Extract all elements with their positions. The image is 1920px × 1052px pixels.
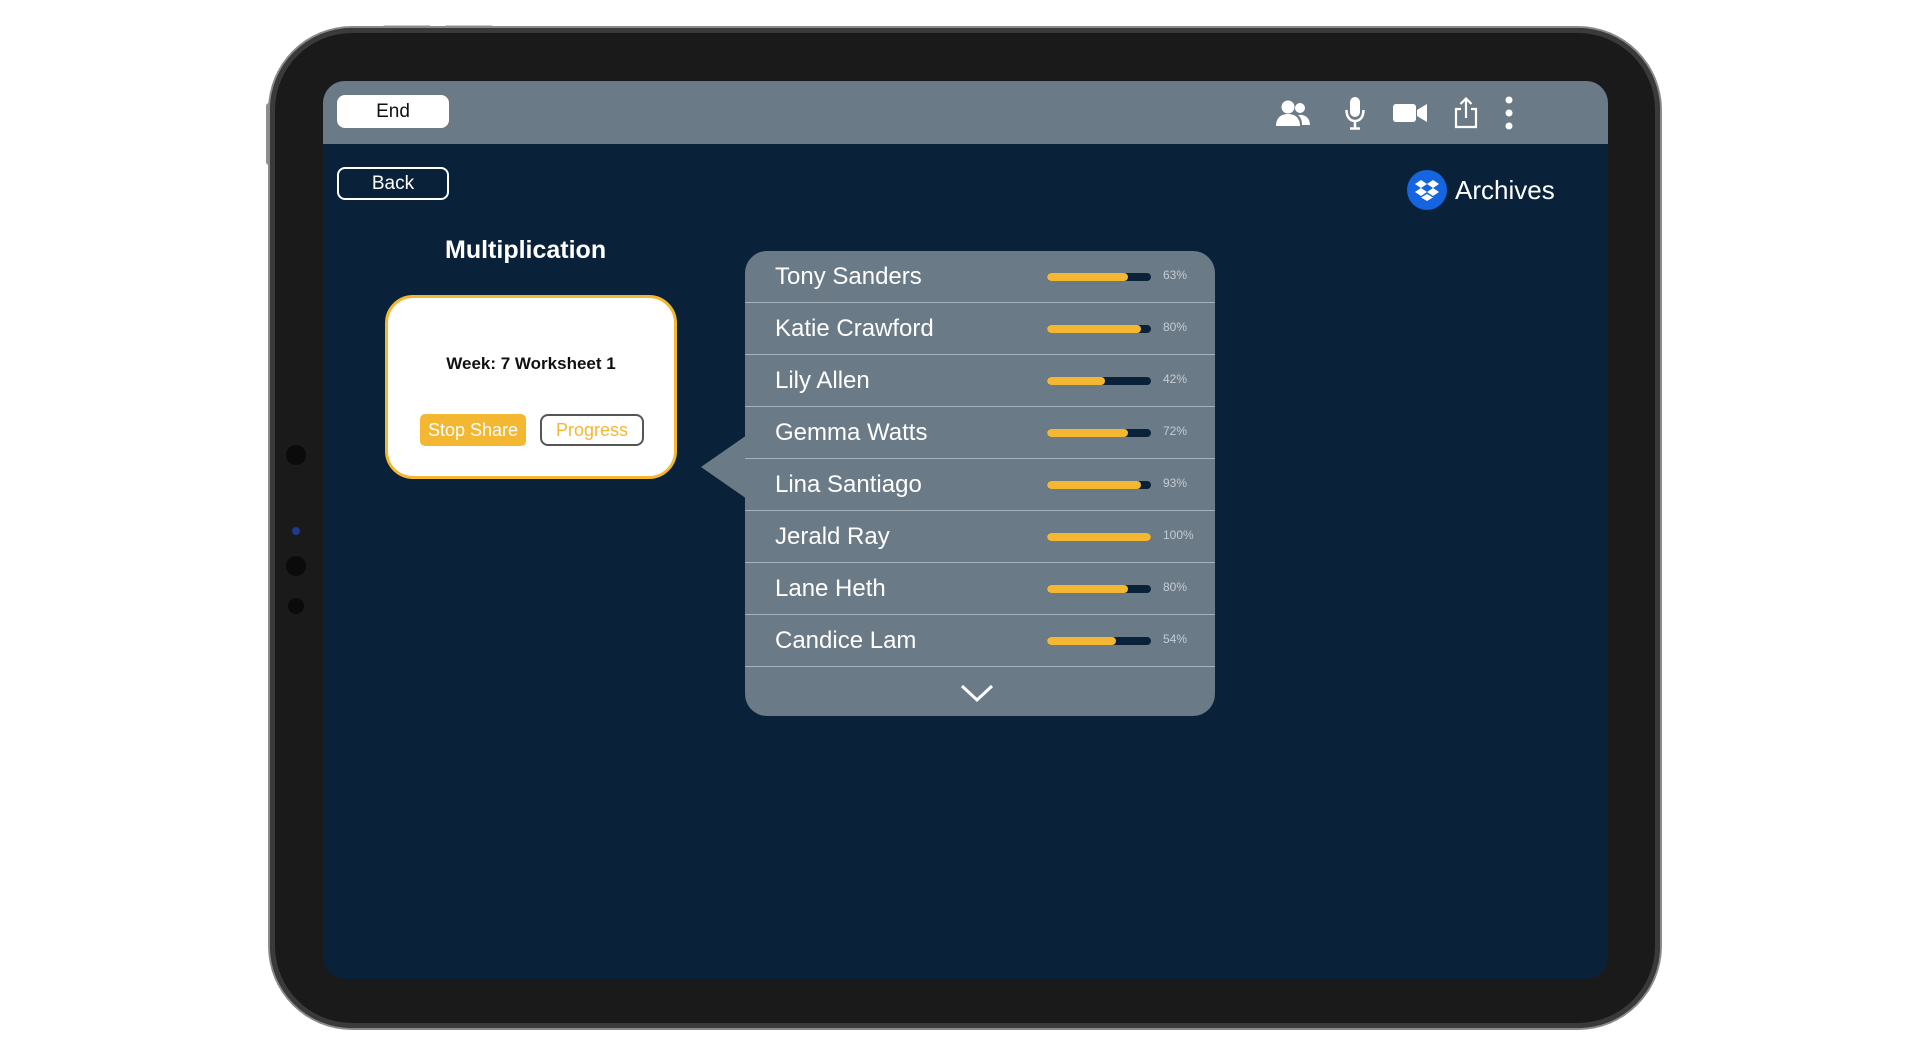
student-row[interactable]: Lane Heth 80% (745, 563, 1215, 615)
progress-percent: 42% (1163, 372, 1188, 386)
top-toolbar: End (323, 81, 1608, 144)
progress-bar (1047, 273, 1151, 281)
archives-link[interactable]: Archives (1407, 170, 1555, 210)
student-row[interactable]: Lina Santiago 93% (745, 459, 1215, 511)
progress-percent: 80% (1163, 320, 1188, 334)
camera-dot (286, 445, 306, 465)
progress-button[interactable]: Progress (540, 414, 644, 446)
chevron-down-icon[interactable] (960, 683, 994, 708)
student-row[interactable]: Tony Sanders 63% (745, 251, 1215, 303)
student-list: Tony Sanders 63% Katie Crawford 80% Lily All… (745, 251, 1215, 667)
end-button[interactable]: End (337, 95, 449, 128)
progress-percent: 63% (1163, 268, 1188, 282)
progress-bar (1047, 637, 1151, 645)
progress-percent: 72% (1163, 424, 1188, 438)
video-camera-icon[interactable] (1390, 95, 1430, 131)
progress-bar (1047, 533, 1151, 541)
progress-bar (1047, 481, 1151, 489)
progress-bar-fill (1047, 273, 1129, 281)
progress-bar (1047, 325, 1151, 333)
microphone-icon[interactable] (1335, 95, 1375, 131)
progress-bar-fill (1047, 429, 1129, 437)
progress-percent: 100% (1163, 528, 1194, 542)
progress-bar-fill (1047, 325, 1141, 333)
progress-bar-fill (1047, 533, 1151, 541)
student-name: Lane Heth (775, 575, 886, 602)
progress-bar (1047, 377, 1151, 385)
sensor-dot (292, 527, 300, 535)
progress-bar-fill (1047, 585, 1129, 593)
worksheet-card: Week: 7 Worksheet 1 Stop Share Progress (385, 295, 677, 479)
student-name: Lily Allen (775, 367, 870, 394)
student-progress-panel: Tony Sanders 63% Katie Crawford 80% Lily All… (745, 251, 1215, 716)
progress-bar-fill (1047, 481, 1141, 489)
archives-label: Archives (1455, 174, 1555, 205)
student-name: Tony Sanders (775, 263, 922, 290)
share-icon[interactable] (1446, 95, 1486, 131)
panel-pointer (701, 435, 747, 499)
student-name: Jerald Ray (775, 523, 890, 550)
dropbox-icon (1407, 170, 1447, 210)
worksheet-title: Week: 7 Worksheet 1 (446, 354, 616, 373)
student-row[interactable]: Jerald Ray 100% (745, 511, 1215, 563)
student-row[interactable]: Gemma Watts 72% (745, 407, 1215, 459)
student-name: Gemma Watts (775, 419, 928, 446)
student-name: Candice Lam (775, 627, 917, 654)
student-row[interactable]: Lily Allen 42% (745, 355, 1215, 407)
student-row[interactable]: Candice Lam 54% (745, 615, 1215, 667)
camera-dot (288, 598, 304, 614)
progress-bar-fill (1047, 637, 1116, 645)
users-icon[interactable] (1273, 95, 1313, 131)
progress-bar (1047, 585, 1151, 593)
camera-dot (286, 556, 306, 576)
student-name: Katie Crawford (775, 315, 934, 342)
student-name: Lina Santiago (775, 471, 922, 498)
progress-percent: 93% (1163, 476, 1188, 490)
page-title: Multiplication (445, 236, 607, 264)
progress-bar-fill (1047, 377, 1106, 385)
progress-bar (1047, 429, 1151, 437)
app-screen: End Back Archives Multiplication Week: 7… (323, 81, 1608, 979)
stop-share-button[interactable]: Stop Share (420, 414, 526, 446)
more-vertical-icon[interactable] (1489, 95, 1529, 131)
progress-percent: 54% (1163, 632, 1188, 646)
back-button[interactable]: Back (337, 167, 449, 200)
student-row[interactable]: Katie Crawford 80% (745, 303, 1215, 355)
progress-percent: 80% (1163, 580, 1188, 594)
